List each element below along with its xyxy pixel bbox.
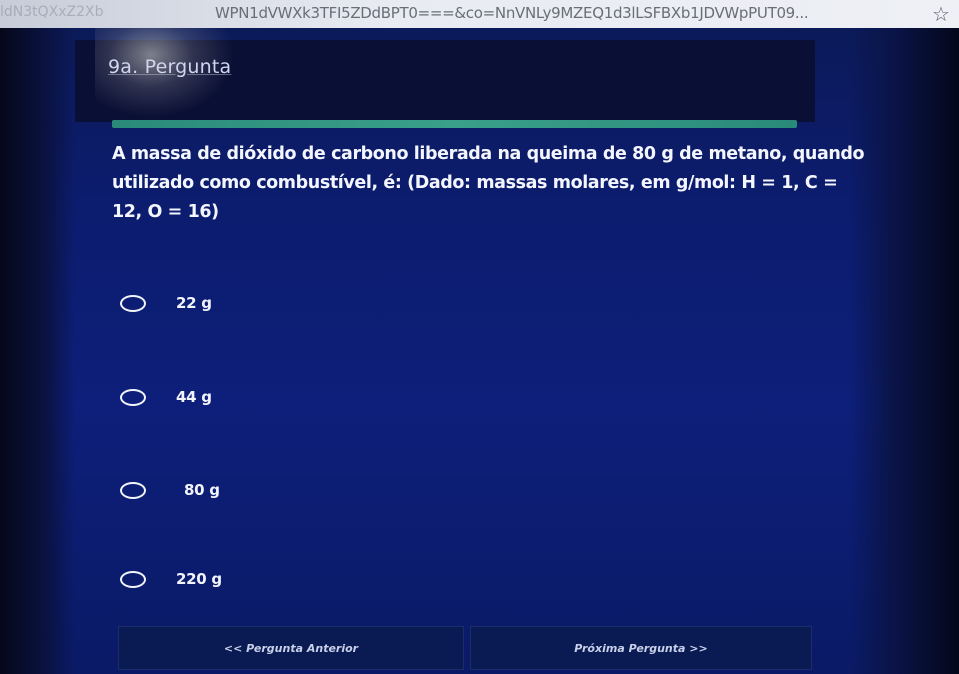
- option-c[interactable]: 80 g: [120, 481, 220, 499]
- option-d[interactable]: 220 g: [120, 570, 222, 588]
- url-left-fragment: ldN3tQXxZ2Xb: [0, 4, 104, 20]
- left-screen-edge: [0, 28, 75, 674]
- page-title: 9a. Pergunta: [108, 56, 232, 78]
- option-a[interactable]: 22 g: [120, 294, 212, 312]
- option-label: 22 g: [176, 294, 212, 312]
- option-label: 80 g: [184, 481, 220, 499]
- radio-unchecked-icon[interactable]: [120, 570, 146, 588]
- star-icon[interactable]: ☆: [932, 2, 950, 26]
- right-screen-edge: [849, 28, 959, 674]
- url-text[interactable]: WPN1dVWXk3TFI5ZDdBPT0===&co=NnVNLy9MZEQ1…: [215, 4, 809, 22]
- previous-question-button[interactable]: << Pergunta Anterior: [118, 626, 464, 670]
- header-band: [75, 40, 815, 122]
- radio-unchecked-icon[interactable]: [120, 294, 146, 312]
- header-divider: [112, 120, 797, 128]
- quiz-screen: ldN3tQXxZ2Xb WPN1dVWXk3TFI5ZDdBPT0===&co…: [0, 0, 959, 674]
- option-b[interactable]: 44 g: [120, 388, 212, 406]
- address-bar[interactable]: ldN3tQXxZ2Xb WPN1dVWXk3TFI5ZDdBPT0===&co…: [0, 0, 959, 28]
- radio-unchecked-icon[interactable]: [120, 388, 146, 406]
- option-label: 220 g: [176, 570, 222, 588]
- option-label: 44 g: [176, 388, 212, 406]
- radio-unchecked-icon[interactable]: [120, 481, 146, 499]
- next-question-button[interactable]: Próxima Pergunta >>: [470, 626, 812, 670]
- question-text: A massa de dióxido de carbono liberada n…: [112, 144, 865, 222]
